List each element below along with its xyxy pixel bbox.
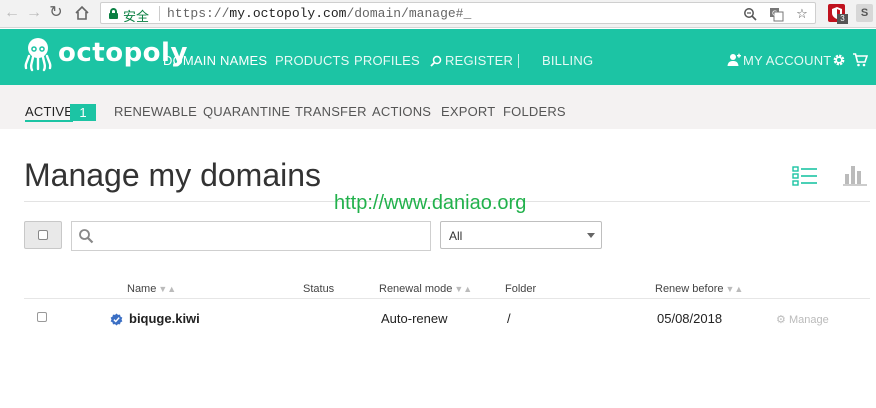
lock-icon bbox=[109, 8, 118, 19]
sort-arrows-icon[interactable]: ▼▲ bbox=[454, 284, 472, 294]
column-header-folder: Folder bbox=[505, 283, 537, 295]
address-bar[interactable]: 安全 https://my.octopoly.com/domain/manage… bbox=[100, 2, 816, 24]
nav-domain-names[interactable]: DOMAIN NAMES bbox=[163, 53, 267, 68]
search-field[interactable] bbox=[71, 221, 431, 251]
octopus-logo-icon[interactable] bbox=[24, 36, 52, 74]
tab-transfer[interactable]: TRANSFER bbox=[295, 104, 367, 119]
row-checkbox[interactable] bbox=[37, 312, 47, 322]
column-header-renewal-mode-label: Renewal mode bbox=[379, 283, 453, 295]
column-header-renew-before-label: Renew before bbox=[655, 283, 724, 295]
tab-folders[interactable]: FOLDERS bbox=[503, 104, 566, 119]
renewal-mode-value: Auto-renew bbox=[381, 311, 448, 326]
forward-arrow-icon[interactable]: → bbox=[24, 3, 44, 23]
folder-value: / bbox=[507, 311, 511, 326]
svg-text:G: G bbox=[772, 10, 777, 18]
tab-actions[interactable]: ACTIONS bbox=[372, 104, 431, 119]
status-filter-select[interactable]: All bbox=[440, 221, 602, 249]
gear-icon[interactable] bbox=[832, 53, 846, 67]
column-header-status: Status bbox=[303, 283, 335, 295]
list-view-icon[interactable] bbox=[792, 166, 818, 186]
url-host: my.octopoly.com bbox=[229, 6, 347, 21]
page-title: Manage my domains bbox=[24, 157, 322, 193]
manage-label: Manage bbox=[788, 314, 829, 326]
sub-nav: ACTIVE RENEWABLE QUARANTINE TRANSFER ACT… bbox=[0, 85, 876, 129]
column-header-renew-before[interactable]: Renew before ▼▲ bbox=[655, 283, 743, 295]
column-header-renewal-mode[interactable]: Renewal mode ▼▲ bbox=[379, 283, 472, 295]
chevron-down-icon bbox=[587, 233, 595, 238]
nav-billing[interactable]: BILLING bbox=[542, 53, 593, 68]
extension-s-icon[interactable]: S bbox=[856, 4, 873, 22]
column-header-name-label: Name bbox=[127, 283, 157, 295]
nav-profiles[interactable]: PROFILES bbox=[354, 53, 420, 68]
column-header-name[interactable]: Name ▼▲ bbox=[127, 283, 176, 295]
translate-icon[interactable]: G bbox=[767, 5, 785, 23]
watermark-text: http://www.daniao.org bbox=[334, 192, 527, 214]
search-icon bbox=[430, 55, 442, 67]
renew-before-value: 05/08/2018 bbox=[657, 311, 723, 326]
user-icon bbox=[727, 53, 741, 66]
select-all-checkbox[interactable] bbox=[38, 230, 48, 240]
url-separator bbox=[159, 6, 160, 21]
sort-arrows-icon[interactable]: ▼▲ bbox=[726, 284, 744, 294]
extension-badge-count: 3 bbox=[837, 14, 848, 24]
table-header-divider bbox=[24, 298, 870, 299]
nav-products[interactable]: PRODUCTS bbox=[275, 53, 350, 68]
chart-view-icon[interactable] bbox=[843, 164, 867, 186]
filter-selected-value: All bbox=[449, 229, 463, 243]
manage-link[interactable]: ⚙ Manage bbox=[776, 313, 829, 326]
back-arrow-icon[interactable]: ← bbox=[2, 3, 22, 23]
nav-register[interactable]: REGISTER bbox=[445, 53, 513, 68]
secure-label: 安全 bbox=[123, 9, 150, 24]
url-text: https://my.octopoly.com/domain/manage#_ bbox=[167, 6, 471, 21]
url-scheme: https:// bbox=[167, 6, 230, 21]
site-header: octopoly DOMAIN NAMES PRODUCTS PROFILES … bbox=[0, 29, 876, 85]
tab-export[interactable]: EXPORT bbox=[441, 104, 495, 119]
cart-icon[interactable] bbox=[852, 53, 868, 67]
gear-icon: ⚙ bbox=[776, 314, 786, 326]
home-icon[interactable] bbox=[72, 3, 92, 23]
bookmark-star-icon[interactable]: ☆ bbox=[793, 5, 811, 23]
reload-icon[interactable]: ↻ bbox=[46, 3, 66, 23]
tab-renewable[interactable]: RENEWABLE bbox=[114, 104, 197, 119]
verified-badge-icon bbox=[110, 313, 123, 326]
tab-active[interactable]: ACTIVE bbox=[25, 104, 74, 122]
select-all-button[interactable] bbox=[24, 221, 62, 249]
browser-toolbar: ← → ↻ 安全 https://my.octopoly.com/domain/… bbox=[0, 0, 876, 28]
active-count-badge: 1 bbox=[70, 104, 96, 121]
domain-name-link[interactable]: biquge.kiwi bbox=[129, 311, 200, 326]
sort-arrows-icon[interactable]: ▼▲ bbox=[158, 284, 176, 294]
search-icon bbox=[79, 229, 94, 244]
my-account-link[interactable]: MY ACCOUNT bbox=[743, 53, 831, 68]
tab-quarantine[interactable]: QUARANTINE bbox=[203, 104, 290, 119]
search-input[interactable] bbox=[98, 222, 428, 250]
zoom-icon[interactable] bbox=[741, 5, 759, 23]
url-path: /domain/manage#_ bbox=[346, 6, 472, 21]
nav-divider bbox=[518, 54, 519, 68]
